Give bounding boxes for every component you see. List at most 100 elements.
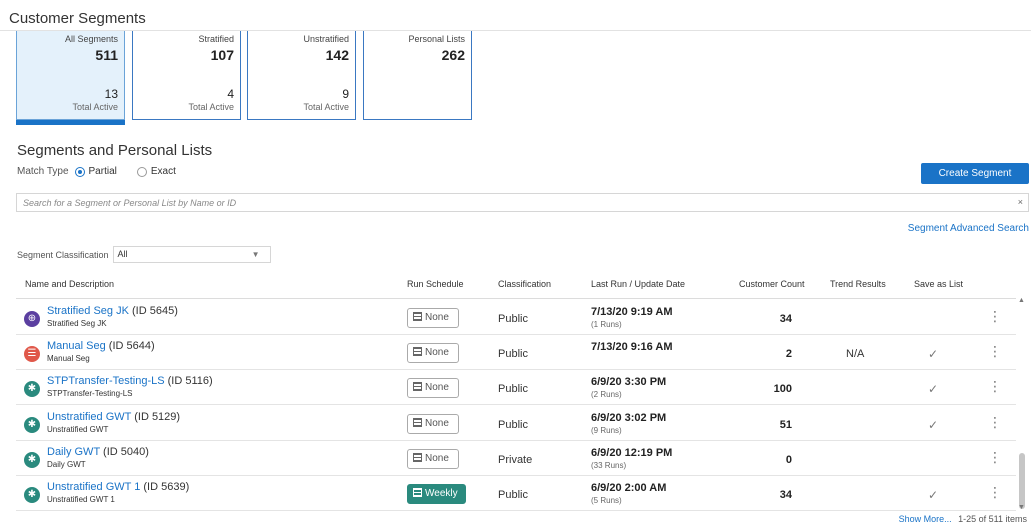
run-schedule-label: None xyxy=(425,347,449,359)
search-box: × xyxy=(16,193,1029,212)
classification-value: Public xyxy=(498,313,528,325)
customer-count: 51 xyxy=(779,418,792,431)
classification-filter: Segment Classification All ▼ xyxy=(17,246,271,263)
segment-name-link[interactable]: Unstratified GWT 1 xyxy=(47,481,140,493)
segment-id: (ID 5116) xyxy=(167,375,213,388)
run-schedule-label: None xyxy=(425,417,449,429)
section-title: Segments and Personal Lists xyxy=(17,142,213,159)
col-header-schedule[interactable]: Run Schedule xyxy=(407,279,464,289)
run-schedule-button[interactable]: Weekly xyxy=(407,484,466,504)
table-row[interactable]: ✱ Unstratified GWT 1 (ID 5639) Unstratifie… xyxy=(16,476,1016,511)
table-row[interactable]: ⊕ Stratified Seg JK (ID 5645) Stratified S… xyxy=(16,300,1016,335)
classification-value: Public xyxy=(498,383,528,396)
last-run-date: 7/13/20 9:16 AM xyxy=(591,341,673,354)
run-schedule-button[interactable]: None xyxy=(407,343,459,364)
calendar-icon xyxy=(413,382,422,392)
segment-name-link[interactable]: Unstratified GWT xyxy=(47,411,131,423)
unstratified-icon: ✱ xyxy=(24,487,40,503)
saved-check-icon: ✓ xyxy=(928,488,939,502)
scroll-down-icon[interactable]: ▼ xyxy=(1018,504,1025,511)
tile-active-label: Total Active xyxy=(303,102,349,112)
page-title: Customer Segments xyxy=(9,10,146,27)
run-schedule-label: None xyxy=(425,312,449,323)
run-schedule-button[interactable]: None xyxy=(407,413,459,434)
col-header-name[interactable]: Name and Description xyxy=(25,279,114,289)
trend-result: N/A xyxy=(846,348,865,361)
more-actions-icon[interactable]: ⋮ xyxy=(988,415,1002,429)
table-row[interactable]: ☰ Manual Seg (ID 5644) Manual Seg None Publi… xyxy=(16,335,1016,371)
calendar-icon xyxy=(413,452,422,462)
more-actions-icon[interactable]: ⋮ xyxy=(988,309,1002,323)
col-header-save[interactable]: Save as List xyxy=(914,279,963,289)
tile-stratified[interactable]: Stratified 107 4 Total Active xyxy=(132,31,241,120)
run-schedule-button[interactable]: None xyxy=(407,448,459,469)
more-actions-icon[interactable]: ⋮ xyxy=(988,379,1002,393)
scrollbar-thumb[interactable] xyxy=(1019,453,1025,509)
segment-name[interactable]: STPTransfer-Testing-LS (ID 5116) xyxy=(47,375,213,387)
partial-radio[interactable] xyxy=(74,166,85,177)
segment-name[interactable]: Daily GWT (ID 5040) xyxy=(47,446,149,458)
tile-all-segments[interactable]: All Segments 511 13 Total Active xyxy=(16,31,125,120)
run-schedule-label: None xyxy=(425,382,449,394)
more-actions-icon[interactable]: ⋮ xyxy=(988,450,1002,464)
col-header-trend[interactable]: Trend Results xyxy=(830,279,886,289)
col-header-classification[interactable]: Classification xyxy=(498,279,551,289)
search-input[interactable] xyxy=(17,194,989,211)
classification-select[interactable]: All ▼ xyxy=(112,246,271,263)
tile-label: All Segments xyxy=(64,34,118,44)
calendar-icon xyxy=(413,488,422,497)
clear-search-icon[interactable]: × xyxy=(1018,197,1023,207)
tile-active-label: Total Active xyxy=(72,102,118,112)
calendar-icon xyxy=(413,347,422,357)
calendar-icon xyxy=(413,417,422,427)
more-actions-icon[interactable]: ⋮ xyxy=(988,485,1002,499)
tile-label: Unstratified xyxy=(303,34,349,44)
last-run-date: 6/9/20 2:00 AM xyxy=(591,482,667,494)
segment-name-link[interactable]: Daily GWT xyxy=(47,446,100,458)
more-actions-icon[interactable]: ⋮ xyxy=(988,344,1002,358)
create-segment-button[interactable]: Create Segment xyxy=(921,163,1029,184)
selected-tile-indicator xyxy=(16,120,125,125)
customer-count: 34 xyxy=(779,313,792,325)
segment-name[interactable]: Unstratified GWT (ID 5129) xyxy=(47,411,180,423)
tile-unstratified[interactable]: Unstratified 142 9 Total Active xyxy=(247,31,356,120)
table-row[interactable]: ✱ STPTransfer-Testing-LS (ID 5116) STPTran… xyxy=(16,370,1016,406)
pagination-footer: Show More... 1-25 of 511 items xyxy=(899,514,1027,524)
segment-name[interactable]: Manual Seg (ID 5644) xyxy=(47,340,155,352)
segment-name[interactable]: Stratified Seg JK (ID 5645) xyxy=(47,305,178,317)
segment-description: Unstratified GWT 1 xyxy=(47,495,115,504)
segment-name-link[interactable]: Manual Seg xyxy=(47,340,106,352)
tile-personal-lists[interactable]: Personal Lists 262 xyxy=(363,31,472,120)
tile-label: Stratified xyxy=(198,34,234,44)
tile-active-count: 4 xyxy=(227,87,234,101)
partial-label[interactable]: Partial xyxy=(89,166,117,177)
run-count: (5 Runs) xyxy=(591,496,622,505)
tile-active-count: 9 xyxy=(342,87,349,101)
col-header-last-run[interactable]: Last Run / Update Date xyxy=(591,279,685,289)
exact-radio[interactable] xyxy=(136,166,147,177)
segment-name[interactable]: Unstratified GWT 1 (ID 5639) xyxy=(47,481,189,493)
table-row[interactable]: ✱ Daily GWT (ID 5040) Daily GWT None Private… xyxy=(16,441,1016,476)
segment-id: (ID 5040) xyxy=(103,445,149,458)
segment-name-link[interactable]: Stratified Seg JK xyxy=(47,305,129,317)
segment-description: Manual Seg xyxy=(47,354,90,364)
segment-name-link[interactable]: STPTransfer-Testing-LS xyxy=(47,375,165,387)
table-row[interactable]: ✱ Unstratified GWT (ID 5129) Unstratified … xyxy=(16,406,1016,441)
run-schedule-button[interactable]: None xyxy=(407,378,459,399)
manual-icon: ☰ xyxy=(24,346,40,363)
last-run-date: 6/9/20 12:19 PM xyxy=(591,446,673,459)
advanced-search-link[interactable]: Segment Advanced Search xyxy=(908,223,1029,234)
customer-count: 100 xyxy=(773,383,792,396)
exact-label[interactable]: Exact xyxy=(151,166,176,177)
run-schedule-button[interactable]: None xyxy=(407,308,459,328)
saved-check-icon: ✓ xyxy=(928,347,939,362)
unstratified-icon: ✱ xyxy=(24,416,40,433)
segment-id: (ID 5129) xyxy=(134,410,181,423)
scroll-up-icon[interactable]: ▲ xyxy=(1018,297,1025,304)
run-count: (33 Runs) xyxy=(591,460,627,470)
show-more-link[interactable]: Show More... xyxy=(899,514,952,524)
tile-active-label: Total Active xyxy=(188,102,234,112)
segment-description: Unstratified GWT xyxy=(47,424,109,434)
col-header-count[interactable]: Customer Count xyxy=(739,279,805,289)
classification-value: Public xyxy=(498,418,528,431)
